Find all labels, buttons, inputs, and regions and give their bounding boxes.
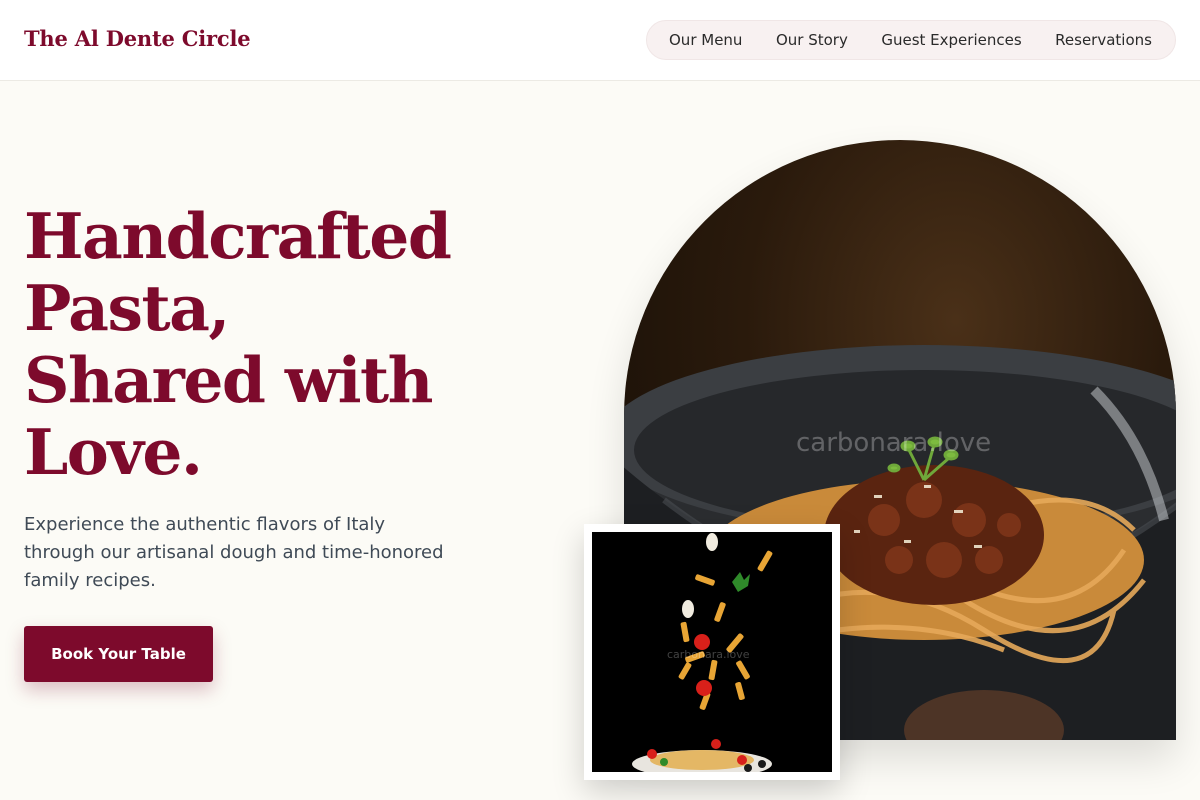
hero-subtitle: Experience the authentic flavors of Ital… [24, 511, 484, 595]
inset-photo-frame: carbonara.love [584, 524, 840, 780]
hero-subtitle-line: through our artisanal dough and time-hon… [24, 542, 444, 563]
inset-image-watermark: carbonara.love [667, 648, 750, 661]
nav-item-guest-experiences[interactable]: Guest Experiences [881, 31, 1021, 49]
hero-title: Handcrafted Pasta, Shared with Love. [24, 200, 544, 488]
brand-logo[interactable]: The Al Dente Circle [24, 26, 251, 51]
main-nav: Our Menu Our Story Guest Experiences Res… [646, 20, 1176, 60]
hero-title-line: Pasta, [24, 271, 230, 345]
nav-item-our-menu[interactable]: Our Menu [669, 31, 742, 49]
hero-title-line: Handcrafted [24, 199, 452, 273]
falling-pasta-image: carbonara.love [592, 532, 832, 772]
hero-title-line: Shared with [24, 343, 433, 417]
nav-item-our-story[interactable]: Our Story [776, 31, 848, 49]
main-image-watermark: carbonara.love [796, 428, 992, 458]
nav-item-reservations[interactable]: Reservations [1055, 31, 1152, 49]
hero-title-line: Love. [24, 415, 203, 489]
hero-subtitle-line: Experience the authentic flavors of Ital… [24, 514, 386, 535]
book-table-button[interactable]: Book Your Table [24, 626, 213, 682]
site-header: The Al Dente Circle Our Menu Our Story G… [0, 0, 1200, 81]
hero-subtitle-line: family recipes. [24, 570, 156, 591]
